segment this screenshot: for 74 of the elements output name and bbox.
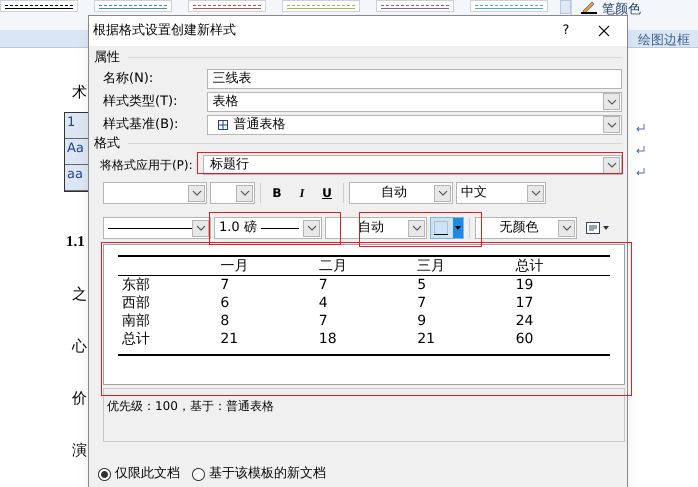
caret-icon <box>603 226 609 230</box>
preview-header-cell-text: 三月 <box>416 257 446 275</box>
field-label: 名称(N): <box>102 70 154 86</box>
preview-header-cell-text: 总计 <box>514 257 545 275</box>
preview-cell-text: 7 <box>416 294 428 312</box>
preview-cell-text: 东部 <box>121 276 151 294</box>
dialog-title: 根据格式设置创建新样式 <box>93 22 236 40</box>
radio-option[interactable]: 基于该模板的新文档 <box>192 466 326 482</box>
radio-option[interactable]: 仅限此文档 <box>98 466 180 482</box>
return-mark-icon <box>634 122 646 134</box>
preview-cell-text: 西部 <box>121 294 151 312</box>
preview-cell-text: 21 <box>219 330 240 348</box>
document-text: 之 <box>72 284 87 304</box>
table-style-thumbnail[interactable] <box>0 0 78 12</box>
style-dropdown[interactable]: 表格 <box>207 92 622 112</box>
preview-cell-text: 4 <box>318 294 329 312</box>
radio-button[interactable] <box>98 468 111 480</box>
preview-cell-text: 60 <box>514 330 534 348</box>
border-grid-icon <box>434 221 448 235</box>
align-icon <box>586 222 600 234</box>
help-button[interactable]: ? <box>551 16 581 46</box>
table-icon <box>218 120 228 130</box>
draw-borders-label: 绘图边框 <box>638 32 690 47</box>
table-style-thumbnail[interactable] <box>188 0 266 12</box>
preview-cell-text: 9 <box>416 312 428 330</box>
document-text: 价 <box>72 388 87 408</box>
field-label: 样式类型(T): <box>102 94 178 110</box>
preview-cell-text: 6 <box>219 294 230 312</box>
field-label: 样式基准(B): <box>102 116 180 132</box>
return-mark-icon <box>634 166 646 178</box>
section-heading: 格式 <box>94 136 120 152</box>
document-text: 术 <box>72 82 87 102</box>
preview-header-cell-text: 一月 <box>219 257 250 275</box>
shading-dropdown[interactable]: 无颜色 <box>475 217 577 239</box>
document-heading: 1.1 <box>66 233 85 252</box>
apply-to-dropdown[interactable]: 标题行 <box>203 155 622 175</box>
return-mark-icon <box>634 144 646 156</box>
close-icon <box>598 25 610 37</box>
preview-cell-text: 总计 <box>121 330 151 348</box>
border-color-dropdown[interactable]: 自动 <box>325 217 427 239</box>
description-text: 优先级：100，基于：普通表格 <box>107 399 274 413</box>
document-text: 演 <box>72 440 87 460</box>
preview-cell-text: 7 <box>318 276 329 294</box>
preview-header-cell-text: 二月 <box>318 257 348 275</box>
caret-icon <box>455 226 461 230</box>
border-style-dropdown[interactable] <box>103 217 211 239</box>
underline-button[interactable]: U <box>316 182 338 204</box>
preview-cell-text: 7 <box>318 312 329 330</box>
border-width-dropdown[interactable]: 1.0 磅 <box>214 217 322 239</box>
bold-button[interactable]: B <box>266 182 288 204</box>
name-field[interactable]: 三线表 <box>207 68 622 88</box>
section-heading: 属性 <box>94 50 120 66</box>
document-text: 心 <box>72 336 87 356</box>
table-style-thumbnail[interactable] <box>94 0 172 12</box>
table-style-thumbnail[interactable] <box>282 0 360 12</box>
italic-button[interactable]: I <box>291 182 313 204</box>
preview-cell-text: 21 <box>416 330 436 348</box>
preview-cell-text: 7 <box>219 276 230 294</box>
borders-button[interactable] <box>430 217 464 239</box>
preview-cell-text: 8 <box>219 312 230 330</box>
radio-button[interactable] <box>192 468 205 480</box>
preview-cell-text: 18 <box>318 330 338 348</box>
pen-icon <box>580 0 598 14</box>
style-dropdown[interactable]: 普通表格 <box>207 114 622 134</box>
font-color-dropdown[interactable]: 自动 <box>349 182 453 204</box>
table-style-thumbnail[interactable] <box>470 0 548 12</box>
preview-cell-text: 24 <box>514 312 534 330</box>
preview-cell-text: 19 <box>514 276 534 294</box>
language-dropdown[interactable]: 中文 <box>456 182 546 204</box>
preview-cell-text: 南部 <box>121 312 151 330</box>
table-style-thumbnail[interactable] <box>376 0 454 12</box>
preview-cell-text: 5 <box>416 276 428 294</box>
field-label: 将格式应用于(P): <box>99 157 194 173</box>
preview-cell-text: 17 <box>514 294 534 312</box>
